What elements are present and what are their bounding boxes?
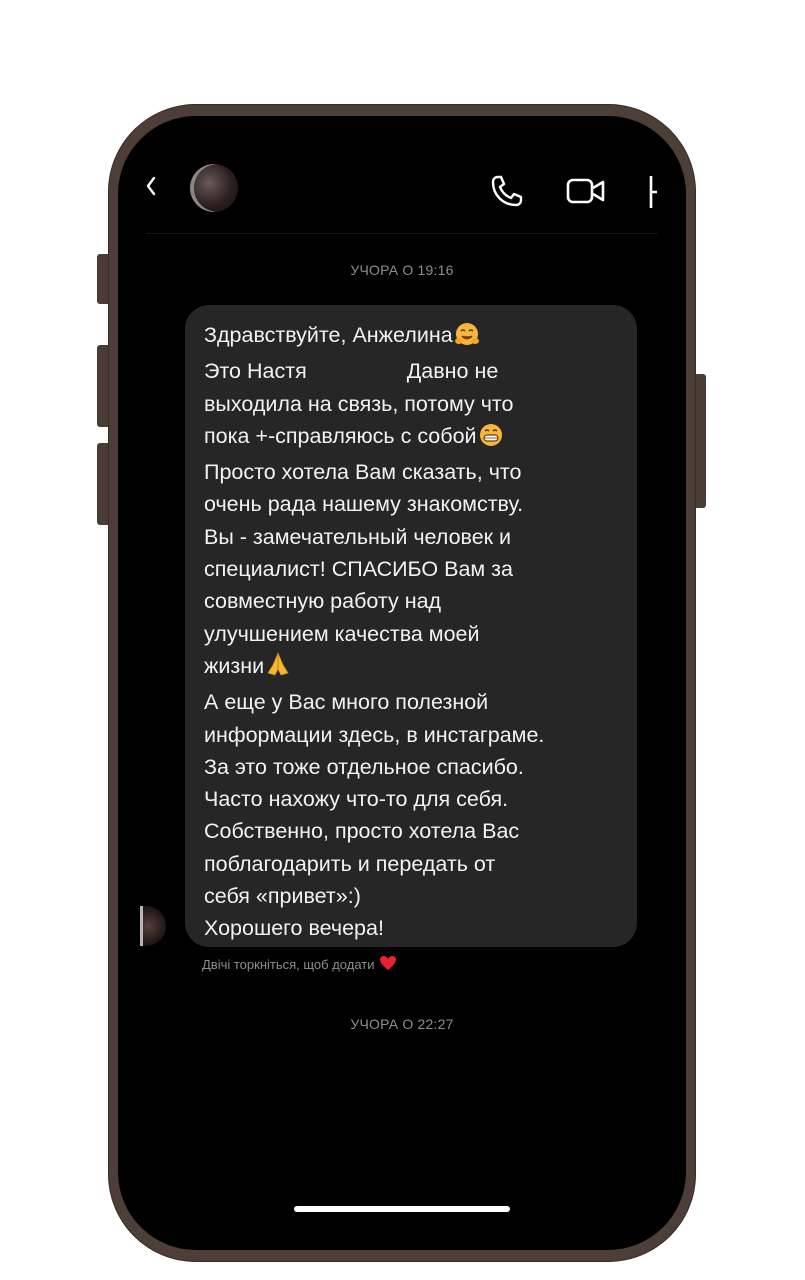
grinning-face-emoji bbox=[478, 423, 504, 456]
double-tap-hint: Двічі торкніться, щоб додати bbox=[202, 955, 397, 974]
message-line: Хорошего вечера! bbox=[204, 916, 384, 941]
chevron-left-icon[interactable] bbox=[146, 176, 156, 196]
message-line: поблагодарить и передать от bbox=[204, 851, 496, 876]
message-line: улучшением качества моей bbox=[204, 621, 480, 646]
chat-screen: УЧОРА О 19:16 Здравствуйте, Анжелина Это… bbox=[118, 116, 686, 1250]
message-line: специалист! СПАСИБО Вам за bbox=[204, 557, 513, 582]
heart-icon bbox=[379, 955, 397, 974]
message-line: Часто нахожу что-то для себя. bbox=[204, 787, 509, 812]
sender-avatar[interactable] bbox=[140, 906, 166, 946]
message-line: выходила на связь, потому что bbox=[204, 391, 514, 416]
phone-icon[interactable] bbox=[490, 174, 524, 208]
message-line: За это тоже отдельное спасибо. bbox=[204, 754, 524, 779]
info-icon[interactable] bbox=[648, 174, 658, 210]
avatar[interactable] bbox=[190, 164, 238, 212]
message-line: Здравствуйте, Анжелина bbox=[204, 319, 621, 355]
message-line: совместную работу над bbox=[204, 589, 442, 614]
stage: УЧОРА О 19:16 Здравствуйте, Анжелина Это… bbox=[0, 0, 805, 1280]
message-line: Собственно, просто хотела Вас bbox=[204, 819, 520, 844]
timestamp: УЧОРА О 19:16 bbox=[350, 262, 454, 278]
message-line: А еще у Вас много полезной bbox=[204, 690, 489, 715]
home-indicator[interactable] bbox=[294, 1206, 510, 1212]
timestamp: УЧОРА О 22:27 bbox=[350, 1016, 454, 1032]
folded-hands-emoji bbox=[265, 651, 291, 686]
message-line: очень рада нашему знакомству. bbox=[204, 492, 524, 517]
message-line: себя «привет»:) bbox=[204, 884, 361, 909]
hugging-face-emoji bbox=[454, 322, 480, 355]
message-line: Просто хотела Вам сказать, что bbox=[204, 460, 522, 485]
contact-name-redacted[interactable] bbox=[248, 164, 468, 214]
message-line: пока +-справляюсь с собой bbox=[204, 420, 621, 456]
message-line: Это Настя Давно не bbox=[204, 359, 499, 384]
header-divider bbox=[146, 233, 658, 234]
message-line: Вы - замечательный человек и bbox=[204, 524, 512, 549]
video-camera-icon[interactable] bbox=[566, 176, 606, 206]
message-bubble[interactable]: Здравствуйте, Анжелина Это Настя Давно не… bbox=[185, 305, 637, 947]
message-line: информации здесь, в инстаграме. bbox=[204, 722, 545, 747]
message-line: жизни bbox=[204, 650, 621, 686]
